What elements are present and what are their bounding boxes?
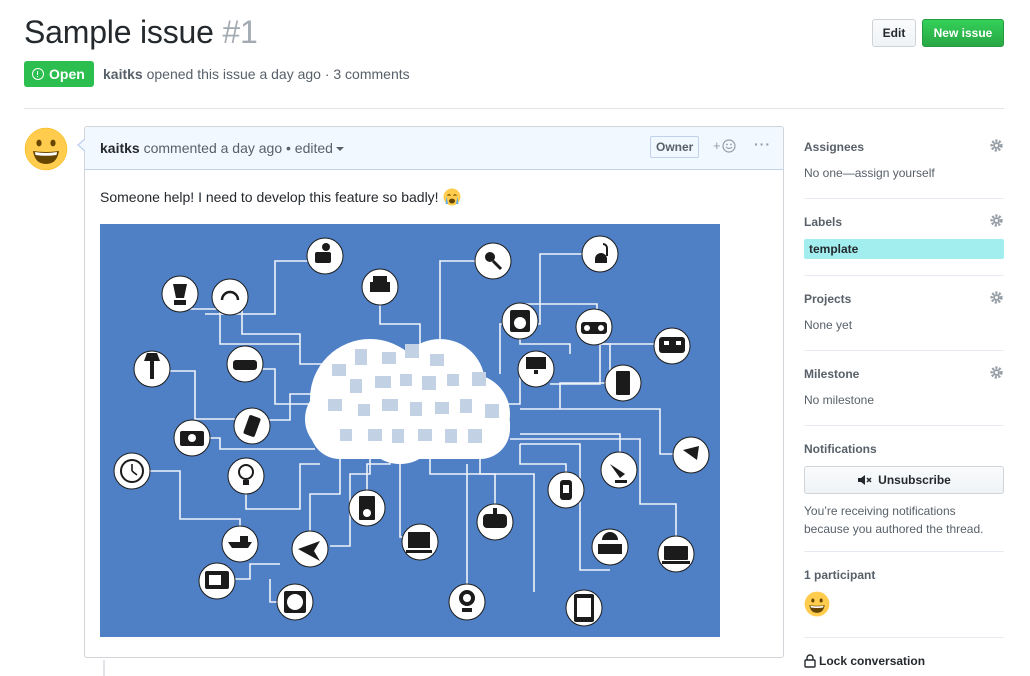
sidebar-divider <box>804 198 1004 199</box>
issue-author-link[interactable]: kaitks <box>103 66 143 82</box>
comment-body: Someone help! I need to develop this fea… <box>100 188 461 206</box>
sidebar-participants: 1 participant <box>804 568 1004 622</box>
label-template[interactable]: template <box>804 239 1004 259</box>
comment-author-link[interactable]: kaitks <box>100 140 140 156</box>
avatar[interactable] <box>24 127 68 171</box>
sidebar-divider <box>804 425 1004 426</box>
sidebar-notifications: Notifications Unsubscribe You’re receivi… <box>804 442 1004 538</box>
iot-illustration <box>100 224 720 637</box>
issue-number: #1 <box>222 14 258 50</box>
sidebar-assignees: Assignees No one—assign yourself <box>804 138 1004 180</box>
unsubscribe-button[interactable]: Unsubscribe <box>804 466 1004 494</box>
issue-comment: kaitks commented a day ago • edited Owne… <box>77 126 784 658</box>
lock-conversation-link[interactable]: Lock conversation <box>804 654 1004 668</box>
labels-heading[interactable]: Labels <box>804 215 1004 229</box>
more-options-icon[interactable]: ··· <box>754 136 771 152</box>
unsubscribe-label: Unsubscribe <box>878 473 951 487</box>
mute-icon <box>858 475 872 485</box>
sidebar-lock: Lock conversation <box>804 654 1004 668</box>
issue-title-text: Sample issue <box>24 14 214 50</box>
notifications-description: You’re receiving notifications because y… <box>804 504 984 536</box>
chevron-down-icon <box>335 147 344 152</box>
add-reaction-button[interactable]: + <box>713 138 736 153</box>
comment-header-text: kaitks commented a day ago • edited <box>100 140 344 156</box>
issue-opened-icon <box>32 68 44 80</box>
assignees-heading[interactable]: Assignees <box>804 140 1004 154</box>
comment-body-text: Someone help! I need to develop this fea… <box>100 189 439 205</box>
issue-meta-text: opened this issue a day ago · 3 comments <box>146 66 410 82</box>
gear-icon[interactable] <box>989 213 1004 228</box>
new-issue-button[interactable]: New issue <box>922 19 1004 47</box>
comment-timestamp[interactable]: commented a day ago <box>144 140 283 156</box>
assign-yourself-link[interactable]: No one—assign yourself <box>804 166 1004 180</box>
crying-face-icon <box>443 188 461 206</box>
edited-label: • edited <box>286 140 333 156</box>
notifications-heading: Notifications <box>804 442 877 456</box>
milestone-heading[interactable]: Milestone <box>804 367 1004 381</box>
projects-heading[interactable]: Projects <box>804 292 1004 306</box>
owner-badge: Owner <box>650 136 700 158</box>
comment-edited-dropdown[interactable]: • edited <box>286 140 344 156</box>
gear-icon[interactable] <box>989 138 1004 153</box>
timeline-line <box>103 660 105 676</box>
plus-label: + <box>713 138 721 153</box>
sidebar-divider <box>804 551 1004 552</box>
header-divider <box>24 108 1004 109</box>
issue-title: Sample issue #1 <box>24 14 258 51</box>
projects-value: None yet <box>804 318 853 332</box>
edit-button[interactable]: Edit <box>872 19 916 47</box>
smiley-icon <box>721 138 736 153</box>
sidebar-milestone: Milestone No milestone <box>804 365 1004 407</box>
issue-meta: kaitks opened this issue a day ago · 3 c… <box>103 66 410 82</box>
milestone-value: No milestone <box>804 393 875 407</box>
lock-label: Lock conversation <box>819 654 926 668</box>
participants-heading: 1 participant <box>804 568 876 582</box>
participant-avatar[interactable] <box>804 591 830 617</box>
sidebar-divider <box>804 637 1004 638</box>
gear-icon[interactable] <box>989 365 1004 380</box>
sidebar-divider <box>804 275 1004 276</box>
status-label: Open <box>49 66 85 82</box>
status-badge: Open <box>24 61 94 87</box>
gear-icon[interactable] <box>989 290 1004 305</box>
sidebar-labels: Labels template <box>804 213 1004 259</box>
lock-icon <box>804 654 816 668</box>
sidebar-projects: Projects None yet <box>804 290 1004 332</box>
sidebar-divider <box>804 350 1004 351</box>
comment-header: kaitks commented a day ago • edited Owne… <box>85 127 783 170</box>
